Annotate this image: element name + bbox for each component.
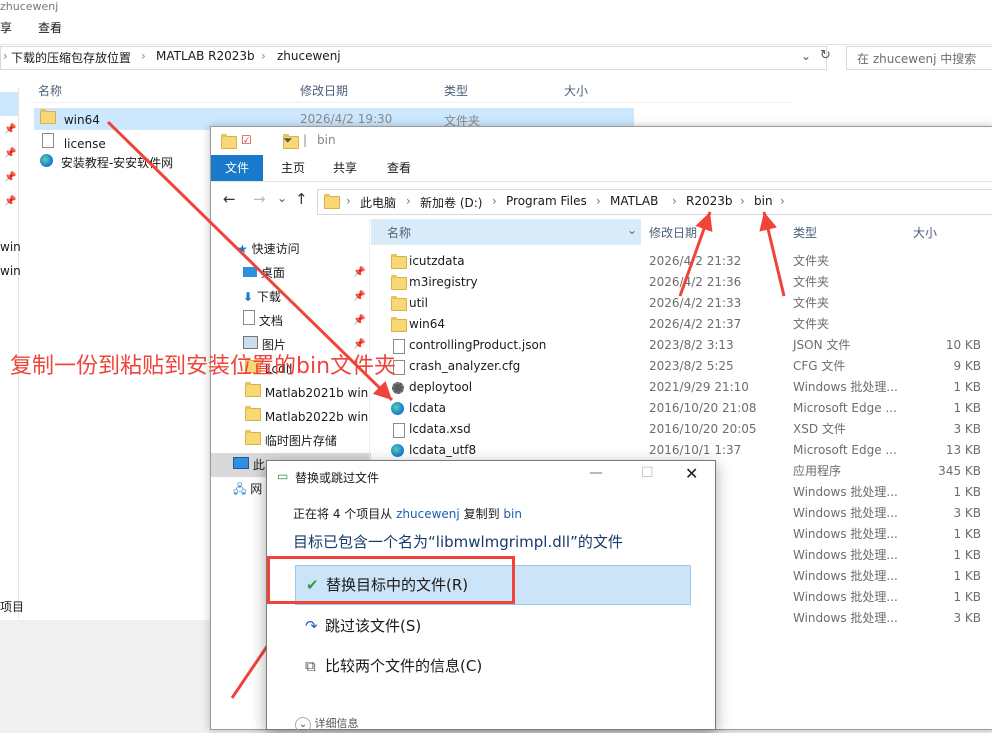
maximize-button[interactable]: ☐: [641, 465, 654, 481]
copy-mid: 复制到: [463, 507, 500, 521]
chevron-down-icon: ⌄: [295, 717, 311, 733]
option-label: 跳过该文件(S): [325, 617, 422, 635]
skip-option[interactable]: ↷ 跳过该文件(S): [295, 607, 689, 645]
compare-icon: ⧉: [305, 657, 316, 675]
compare-option[interactable]: ⧉ 比较两个文件的信息(C): [295, 647, 689, 685]
dialog-title: 替换或跳过文件: [295, 471, 380, 485]
copy-prefix: 正在将 4 个项目从: [293, 507, 393, 521]
conflict-message: 目标已包含一个名为“libmwlmgrimpl.dll”的文件: [293, 533, 623, 551]
copy-progress-text: 正在将 4 个项目从 zhucewenj 复制到 bin: [293, 505, 522, 522]
close-button[interactable]: ✕: [685, 464, 698, 483]
source-link[interactable]: zhucewenj: [396, 507, 460, 521]
arrow-line: [106, 120, 394, 402]
option-label: 比较两个文件的信息(C): [325, 657, 483, 675]
skip-icon: ↷: [305, 617, 318, 635]
details-toggle[interactable]: ⌄ 详细信息: [295, 715, 359, 733]
minimize-button[interactable]: —: [589, 465, 603, 481]
destination-link[interactable]: bin: [503, 507, 522, 521]
highlight-box: [267, 556, 515, 604]
details-label: 详细信息: [314, 717, 359, 730]
arrow-head: [759, 212, 777, 232]
copy-icon: ▭: [277, 469, 289, 483]
